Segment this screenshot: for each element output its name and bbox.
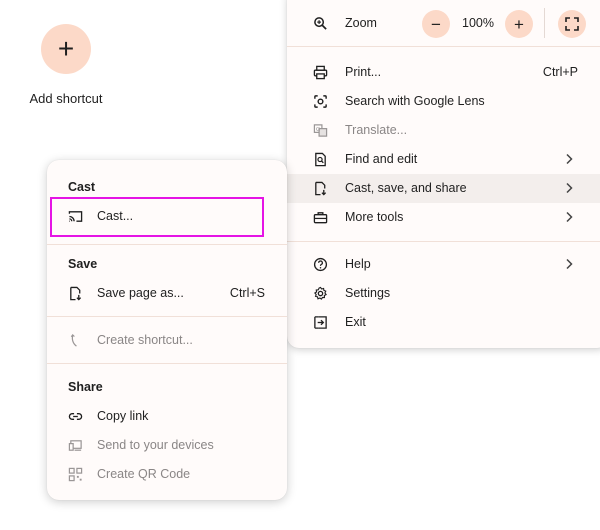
more-tools-label: More tools <box>345 210 404 224</box>
shortcut-arrow-icon <box>70 334 77 347</box>
zoom-divider <box>544 8 545 38</box>
translate-icon: G <box>313 124 328 137</box>
qr-code-icon <box>68 467 83 482</box>
translate-label: Translate... <box>345 123 408 137</box>
google-lens-label: Search with Google Lens <box>345 94 485 108</box>
settings-label: Settings <box>345 286 391 300</box>
submenu-divider <box>47 244 287 245</box>
cast-highlight-outline <box>50 197 264 237</box>
create-shortcut-label: Create shortcut... <box>97 333 193 347</box>
plus-glyph: + <box>57 33 75 64</box>
menu-item-settings[interactable]: Settings <box>287 279 600 308</box>
printer-icon <box>313 65 328 80</box>
submenu-item-create-shortcut[interactable]: Create shortcut... <box>47 326 287 354</box>
menu-divider <box>287 241 600 242</box>
minus-icon: − <box>431 14 441 34</box>
submenu-divider <box>47 316 287 317</box>
menu-item-print[interactable]: Print... Ctrl+P <box>287 58 600 87</box>
print-shortcut: Ctrl+P <box>542 65 578 79</box>
chevron-right-icon <box>566 153 573 165</box>
add-shortcut-plus-icon[interactable]: + <box>41 24 91 74</box>
save-page-label: Save page as... <box>97 286 184 300</box>
submenu-item-save-page[interactable]: Save page as... Ctrl+S <box>47 279 287 307</box>
chevron-right-icon <box>566 182 573 194</box>
google-lens-icon <box>314 95 327 108</box>
fullscreen-button[interactable] <box>558 10 586 38</box>
qr-code-label: Create QR Code <box>97 467 191 481</box>
menu-item-google-lens[interactable]: Search with Google Lens <box>287 87 600 116</box>
exit-icon <box>314 316 327 329</box>
menu-item-exit[interactable]: Exit <box>287 308 600 337</box>
exit-label: Exit <box>345 315 366 329</box>
zoom-out-button[interactable]: − <box>422 10 450 38</box>
find-and-edit-label: Find and edit <box>345 152 418 166</box>
menu-item-help[interactable]: Help <box>287 250 600 279</box>
copy-link-label: Copy link <box>97 409 149 423</box>
zoom-level: 100% <box>462 16 494 30</box>
chevron-right-icon <box>566 211 573 223</box>
save-heading: Save <box>68 257 98 271</box>
cast-save-share-icon <box>315 181 327 196</box>
submenu-item-send-devices[interactable]: Send to your devices <box>47 431 287 459</box>
menu-item-more-tools[interactable]: More tools <box>287 203 600 232</box>
gear-icon <box>314 286 327 300</box>
plus-icon: + <box>514 14 524 34</box>
zoom-in-button[interactable]: + <box>505 10 533 38</box>
find-page-icon <box>315 152 326 167</box>
menu-item-find-and-edit[interactable]: Find and edit <box>287 145 600 174</box>
save-page-shortcut: Ctrl+S <box>229 286 265 300</box>
zoom-label: Zoom <box>345 16 377 30</box>
print-label: Print... <box>345 65 382 79</box>
devices-icon <box>68 440 82 451</box>
chrome-main-menu: Zoom Print... Ctrl+P Search with Google … <box>287 0 600 348</box>
save-page-icon <box>70 286 82 301</box>
fullscreen-icon <box>565 17 579 31</box>
zoom-magnifier-icon <box>314 17 327 30</box>
send-devices-label: Send to your devices <box>97 438 214 452</box>
help-icon <box>313 257 328 272</box>
cast-heading: Cast <box>68 180 96 194</box>
menu-item-cast-save-share[interactable]: Cast, save, and share <box>287 174 600 203</box>
menu-item-translate[interactable]: G Translate... <box>287 116 600 145</box>
submenu-item-qr-code[interactable]: Create QR Code <box>47 460 287 488</box>
chevron-right-icon <box>566 258 573 270</box>
add-shortcut-label: Add shortcut <box>29 91 103 106</box>
menu-divider <box>287 46 600 47</box>
toolbox-icon <box>313 212 328 224</box>
link-icon <box>68 413 83 420</box>
share-heading: Share <box>68 380 103 394</box>
help-label: Help <box>345 257 371 271</box>
svg-text:G: G <box>316 127 320 133</box>
submenu-divider <box>47 363 287 364</box>
submenu-item-copy-link[interactable]: Copy link <box>47 402 287 430</box>
add-shortcut-tile[interactable]: + Add shortcut <box>24 24 108 114</box>
cast-save-share-label: Cast, save, and share <box>345 181 467 195</box>
